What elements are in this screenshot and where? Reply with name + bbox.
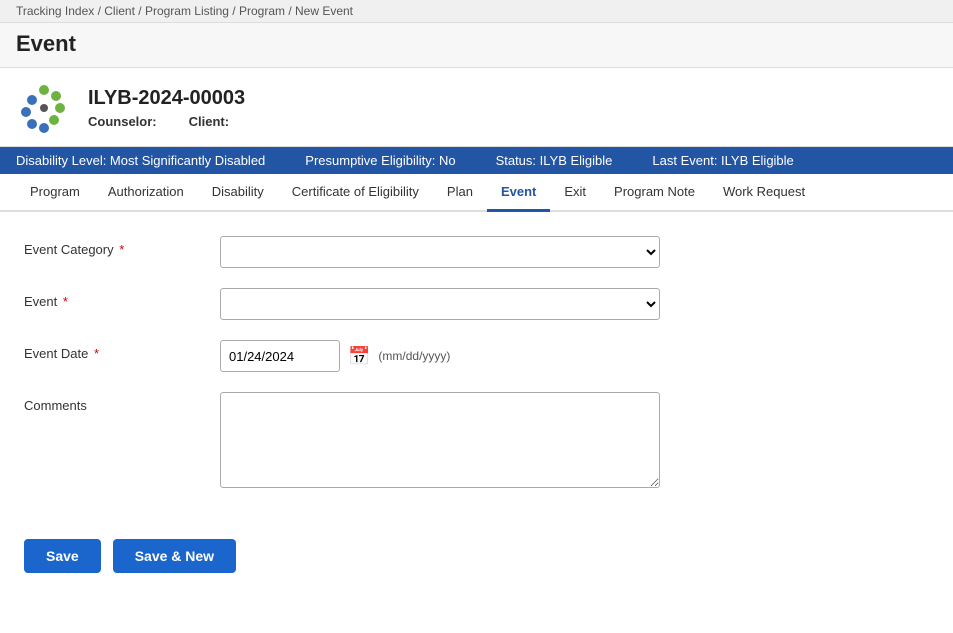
record-id: ILYB-2024-00003 (88, 87, 245, 110)
header-info: ILYB-2024-00003 Counselor: Client: (88, 87, 245, 129)
event-row: Event * (24, 288, 929, 320)
event-label: Event * (24, 288, 204, 309)
event-control (220, 288, 660, 320)
comments-control (220, 392, 660, 491)
calendar-icon[interactable]: 📅 (348, 346, 370, 367)
event-select[interactable] (220, 288, 660, 320)
event-date-required: * (94, 346, 99, 361)
page-title-bar: Event (0, 23, 953, 68)
event-category-required: * (119, 242, 124, 257)
tab-exit[interactable]: Exit (550, 174, 600, 212)
counselor-label: Counselor: (88, 114, 157, 129)
presumptive-eligibility: Presumptive Eligibility: No (305, 153, 455, 168)
app-logo (16, 80, 72, 136)
date-format-hint: (mm/dd/yyyy) (378, 349, 450, 363)
event-category-label: Event Category * (24, 236, 204, 257)
save-button[interactable]: Save (24, 539, 101, 573)
save-new-button[interactable]: Save & New (113, 539, 236, 573)
tab-program[interactable]: Program (16, 174, 94, 212)
tab-plan[interactable]: Plan (433, 174, 487, 212)
event-category-select[interactable] (220, 236, 660, 268)
header-meta: Counselor: Client: (88, 114, 245, 129)
event-date-label: Event Date * (24, 340, 204, 361)
event-date-control: 📅 (mm/dd/yyyy) (220, 340, 660, 372)
button-row: Save Save & New (0, 527, 953, 593)
comments-label: Comments (24, 392, 204, 413)
breadcrumb-text: Tracking Index / Client / Program Listin… (16, 4, 353, 18)
tabs-bar: Program Authorization Disability Certifi… (0, 174, 953, 212)
tab-disability[interactable]: Disability (198, 174, 278, 212)
comments-row: Comments (24, 392, 929, 491)
comments-textarea[interactable] (220, 392, 660, 488)
disability-level: Disability Level: Most Significantly Dis… (16, 153, 265, 168)
header-card: ILYB-2024-00003 Counselor: Client: (0, 68, 953, 147)
tab-certificate-of-eligibility[interactable]: Certificate of Eligibility (278, 174, 433, 212)
tab-program-note[interactable]: Program Note (600, 174, 709, 212)
status: Status: ILYB Eligible (496, 153, 613, 168)
event-date-row: Event Date * 📅 (mm/dd/yyyy) (24, 340, 929, 372)
breadcrumb: Tracking Index / Client / Program Listin… (0, 0, 953, 23)
tab-event[interactable]: Event (487, 174, 550, 212)
event-category-row: Event Category * (24, 236, 929, 268)
page-title: Event (16, 31, 937, 57)
event-form: Event Category * Event * Event Date * (0, 212, 953, 527)
status-bar: Disability Level: Most Significantly Dis… (0, 147, 953, 174)
event-required: * (63, 294, 68, 309)
tab-work-request[interactable]: Work Request (709, 174, 819, 212)
tab-authorization[interactable]: Authorization (94, 174, 198, 212)
client-label: Client: (189, 114, 229, 129)
last-event: Last Event: ILYB Eligible (652, 153, 793, 168)
event-category-control (220, 236, 660, 268)
event-date-input[interactable] (220, 340, 340, 372)
date-row: 📅 (mm/dd/yyyy) (220, 340, 660, 372)
